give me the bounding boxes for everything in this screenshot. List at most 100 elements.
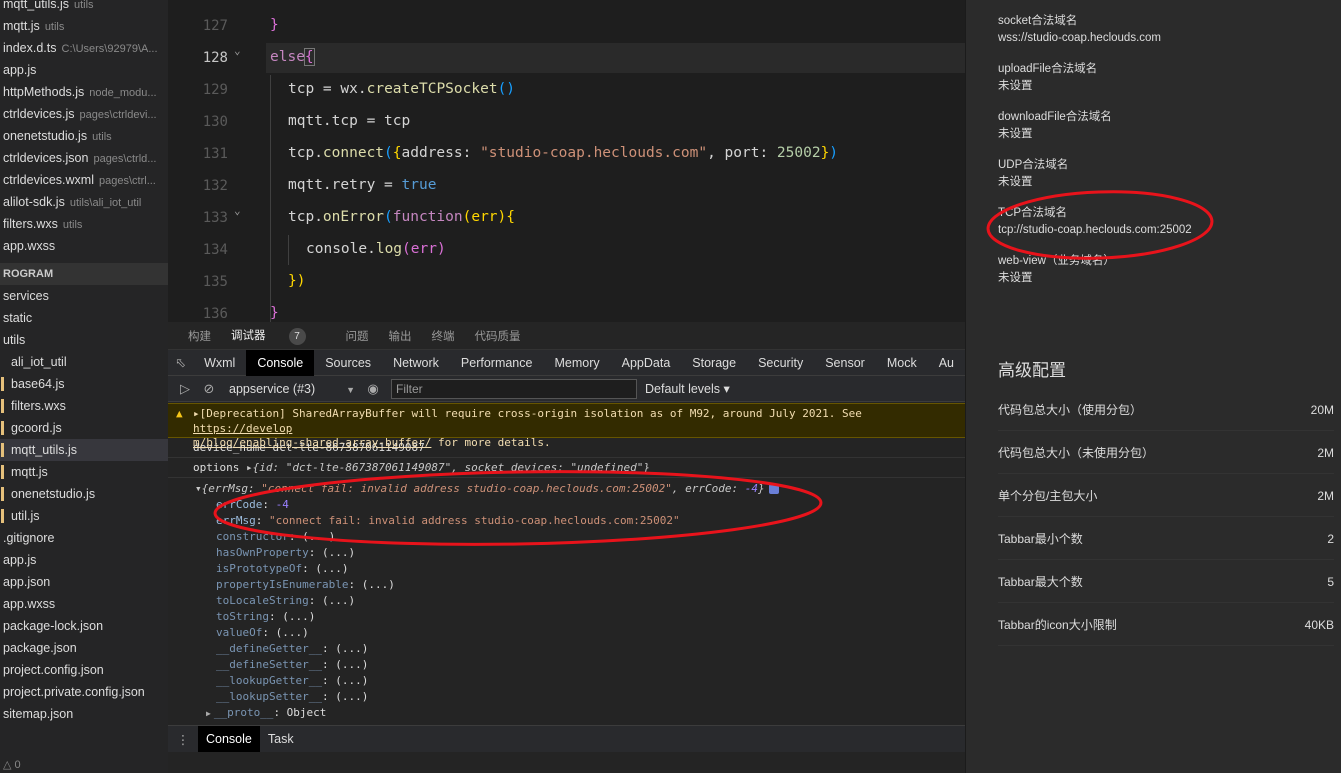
- tree-item[interactable]: .gitignore: [0, 527, 168, 549]
- config-label: Tabbar最大个数: [998, 575, 1083, 589]
- tree-item[interactable]: ali_iot_util: [0, 351, 168, 373]
- project-settings-panel: socket合法域名 wss://studio-coap.heclouds.com…: [965, 0, 1341, 773]
- tab-build[interactable]: 构建: [188, 328, 211, 344]
- config-label: Tabbar最小个数: [998, 532, 1083, 546]
- prototype-prop[interactable]: toLocaleString: (...): [168, 593, 965, 609]
- tab-problems[interactable]: 问题: [346, 328, 369, 344]
- code-editor[interactable]: 127 128 129 130 131 132 133 134 135 136 ⌄ ⌄ } els…: [168, 0, 965, 322]
- file-path-hint: utils\ali_iot_util: [69, 197, 142, 209]
- open-file-item[interactable]: app.wxss: [0, 235, 168, 257]
- explorer-section-header[interactable]: ROGRAM: [0, 263, 168, 285]
- code-line-128: else{: [270, 48, 315, 66]
- open-file-item[interactable]: app.js: [0, 59, 168, 81]
- drawer-tab-task[interactable]: Task: [260, 726, 302, 752]
- prototype-prop[interactable]: valueOf: (...): [168, 625, 965, 641]
- tab-debugger[interactable]: 调试器 7: [231, 327, 326, 345]
- tree-item[interactable]: static: [0, 307, 168, 329]
- clear-console-icon[interactable]: ⊘: [197, 381, 221, 397]
- prototype-prop[interactable]: __defineGetter__: (...): [168, 641, 965, 657]
- file-name: ctrldevices.js: [3, 107, 75, 121]
- devtools-tab-performance[interactable]: Performance: [450, 350, 544, 376]
- file-path-hint: node_modu...: [89, 87, 157, 99]
- log-error-object: ▾{errMsg: "connect fail: invalid address…: [168, 478, 965, 722]
- sidebar-toggle-icon[interactable]: ▷: [173, 381, 197, 397]
- tree-item[interactable]: filters.wxs: [0, 395, 168, 417]
- open-file-item[interactable]: httpMethods.js node_modu...: [0, 81, 168, 103]
- fold-chevron-icon[interactable]: ⌄: [234, 44, 241, 57]
- token-ident: console.: [306, 241, 376, 257]
- inspect-element-icon[interactable]: ⬁: [168, 355, 193, 371]
- tree-item[interactable]: base64.js: [0, 373, 168, 395]
- devtools-tab-sensor[interactable]: Sensor: [814, 350, 876, 376]
- error-object-summary[interactable]: ▾{errMsg: "connect fail: invalid address…: [168, 481, 965, 497]
- domain-setting: downloadFile合法域名 未设置: [998, 109, 1112, 142]
- open-file-item[interactable]: mqtt_utils.js utils: [0, 0, 168, 15]
- devtools-tab-sources[interactable]: Sources: [314, 350, 382, 376]
- warning-link[interactable]: https://develop: [193, 422, 292, 435]
- tree-item[interactable]: utils: [0, 329, 168, 351]
- tree-item[interactable]: package.json: [0, 637, 168, 659]
- open-file-item[interactable]: index.d.ts C:\Users\92979\A...: [0, 37, 168, 59]
- open-file-item[interactable]: onenetstudio.js utils: [0, 125, 168, 147]
- token-paren: (: [384, 209, 393, 225]
- devtools-tab-appdata[interactable]: AppData: [611, 350, 682, 376]
- devtools-tab-mock[interactable]: Mock: [876, 350, 928, 376]
- file-name: filters.wxs: [3, 217, 58, 231]
- tree-item[interactable]: app.wxss: [0, 593, 168, 615]
- open-file-item[interactable]: ctrldevices.json pages\ctrld...: [0, 147, 168, 169]
- prototype-prop[interactable]: toString: (...): [168, 609, 965, 625]
- prototype-prop[interactable]: propertyIsEnumerable: (...): [168, 577, 965, 593]
- warning-link-continued[interactable]: m/blog/enabling-shared-array-buffer/: [193, 436, 431, 449]
- devtools-tab-audits[interactable]: Au: [928, 350, 965, 376]
- open-file-item[interactable]: filters.wxs utils: [0, 213, 168, 235]
- devtools-tab-security[interactable]: Security: [747, 350, 814, 376]
- tree-item[interactable]: gcoord.js: [0, 417, 168, 439]
- devtools-tab-memory[interactable]: Memory: [543, 350, 610, 376]
- open-file-item[interactable]: alilot-sdk.js utils\ali_iot_util: [0, 191, 168, 213]
- tree-item[interactable]: project.config.json: [0, 659, 168, 681]
- tree-item-label: services: [3, 289, 49, 303]
- error-summary-end: }: [757, 482, 765, 495]
- more-options-icon[interactable]: ⋮: [168, 732, 198, 747]
- prototype-prop[interactable]: constructor: (...): [168, 529, 965, 545]
- prop-key: errMsg: [216, 514, 256, 527]
- context-selector[interactable]: appservice (#3) ▼: [221, 382, 361, 396]
- open-file-item[interactable]: ctrldevices.wxml pages\ctrl...: [0, 169, 168, 191]
- tree-item[interactable]: mqtt.js: [0, 461, 168, 483]
- prototype-prop[interactable]: hasOwnProperty: (...): [168, 545, 965, 561]
- tree-item[interactable]: onenetstudio.js: [0, 483, 168, 505]
- log-levels-dropdown[interactable]: Default levels ▾: [645, 381, 730, 396]
- devtools-tab-wxml[interactable]: Wxml: [193, 350, 246, 376]
- token-number: 25002: [776, 145, 821, 161]
- context-selector-value: appservice (#3): [229, 381, 316, 396]
- tree-item[interactable]: app.js: [0, 549, 168, 571]
- tree-item[interactable]: app.json: [0, 571, 168, 593]
- code-line-134: console.log(err): [306, 241, 446, 257]
- tab-output[interactable]: 输出: [389, 328, 412, 344]
- tree-item-label: project.private.config.json: [3, 685, 145, 699]
- tree-item[interactable]: sitemap.json: [0, 703, 168, 725]
- error-summary-msg: "connect fail: invalid address studio-co…: [261, 482, 672, 495]
- tree-item[interactable]: project.private.config.json: [0, 681, 168, 703]
- fold-chevron-icon[interactable]: ⌄: [234, 204, 241, 217]
- open-file-item[interactable]: mqtt.js utils: [0, 15, 168, 37]
- devtools-tab-network[interactable]: Network: [382, 350, 450, 376]
- devtools-tab-console[interactable]: Console: [246, 349, 315, 376]
- prop-proto[interactable]: ▶ __proto__: Object: [168, 705, 965, 722]
- prototype-prop[interactable]: __lookupGetter__: (...): [168, 673, 965, 689]
- tree-item[interactable]: services: [0, 285, 168, 307]
- open-file-item[interactable]: ctrldevices.js pages\ctrldevi...: [0, 103, 168, 125]
- prototype-prop[interactable]: __lookupSetter__: (...): [168, 689, 965, 705]
- console-filter-input[interactable]: Filter: [391, 378, 637, 399]
- devtools-tab-storage[interactable]: Storage: [681, 350, 747, 376]
- prototype-prop[interactable]: __defineSetter__: (...): [168, 657, 965, 673]
- drawer-tab-console[interactable]: Console: [198, 726, 260, 752]
- tree-item[interactable]: mqtt_utils.js: [0, 439, 168, 461]
- eye-icon[interactable]: ◉: [361, 381, 385, 397]
- tree-item[interactable]: package-lock.json: [0, 615, 168, 637]
- tree-item[interactable]: util.js: [0, 505, 168, 527]
- prototype-prop[interactable]: isPrototypeOf: (...): [168, 561, 965, 577]
- tab-code-quality[interactable]: 代码质量: [475, 328, 521, 344]
- log-options[interactable]: options ▸{id: "dct-lte-867387061149087",…: [168, 458, 965, 478]
- tab-terminal[interactable]: 终端: [432, 328, 455, 344]
